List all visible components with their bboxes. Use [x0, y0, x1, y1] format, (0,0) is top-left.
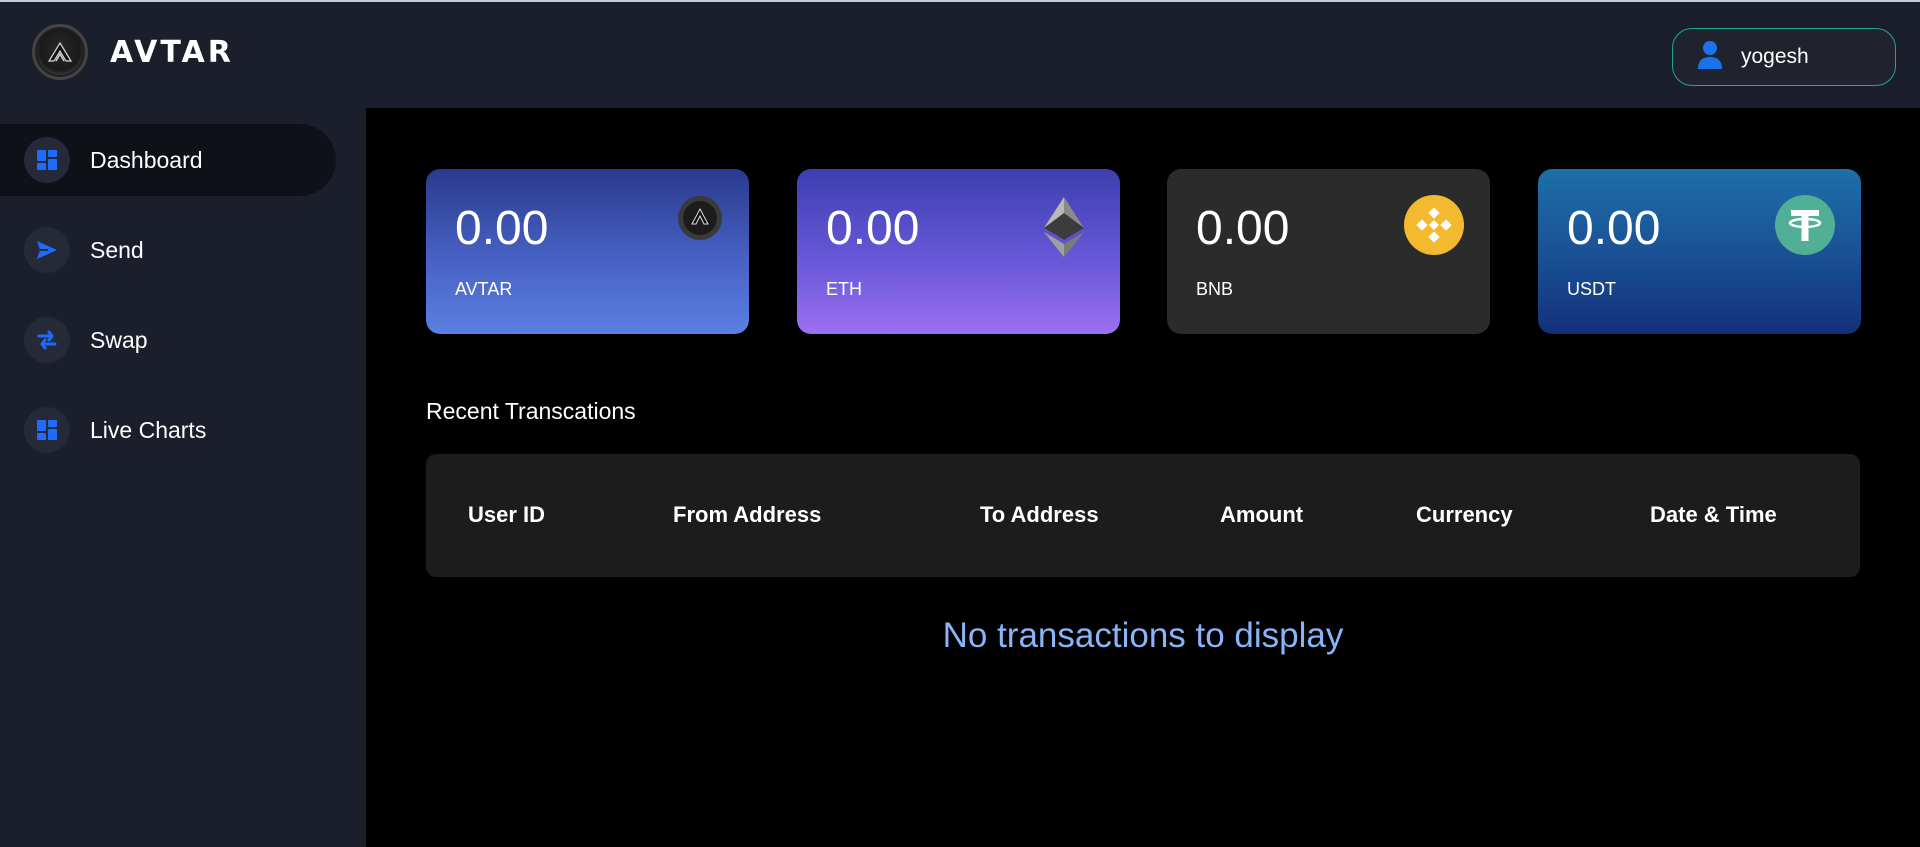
brand-name: AVTAR: [110, 34, 234, 70]
user-name: yogesh: [1741, 45, 1809, 68]
sidebar: Dashboard Send Swap Live Charts: [0, 108, 366, 847]
balance-card-eth[interactable]: 0.00 ETH: [797, 169, 1120, 334]
dashboard-icon: [24, 137, 70, 183]
sidebar-item-send[interactable]: Send: [0, 214, 336, 286]
avtar-coin-icon: [677, 195, 723, 246]
column-header-to-address[interactable]: To Address: [980, 502, 1099, 528]
column-header-date-time[interactable]: Date & Time: [1650, 502, 1777, 528]
sidebar-item-live-charts[interactable]: Live Charts: [0, 394, 336, 466]
sidebar-item-swap[interactable]: Swap: [0, 304, 336, 376]
sidebar-item-label: Live Charts: [90, 416, 207, 443]
dashboard-icon: [24, 407, 70, 453]
ethereum-icon: [1044, 197, 1084, 262]
balance-symbol: BNB: [1196, 279, 1234, 299]
balance-symbol: ETH: [826, 279, 862, 299]
recent-transactions-title: Recent Transcations: [426, 398, 636, 424]
balance-card-bnb[interactable]: 0.00 BNB: [1167, 169, 1490, 334]
empty-transactions-message: No transactions to display: [942, 616, 1344, 655]
balance-symbol: USDT: [1567, 279, 1616, 299]
column-header-from-address[interactable]: From Address: [673, 502, 821, 528]
sidebar-item-dashboard[interactable]: Dashboard: [0, 124, 336, 196]
balance-card-usdt[interactable]: 0.00 USDT: [1538, 169, 1861, 334]
top-bar: AVTAR yogesh: [0, 0, 1920, 108]
column-header-amount[interactable]: Amount: [1220, 502, 1303, 528]
sidebar-item-label: Dashboard: [90, 146, 203, 173]
brand-logo[interactable]: AVTAR: [32, 24, 234, 80]
main-content: 0.00 AVTAR 0.00 ETH 0.00 BNB 0.00 USDT R…: [366, 108, 1920, 847]
transactions-table-header: User ID From Address To Address Amount C…: [426, 454, 1860, 577]
column-header-currency[interactable]: Currency: [1416, 502, 1513, 528]
user-icon: [1697, 40, 1723, 75]
send-icon: [24, 227, 70, 273]
user-menu-button[interactable]: yogesh: [1672, 28, 1896, 86]
binance-icon: [1404, 195, 1464, 260]
tether-icon: [1775, 195, 1835, 260]
avtar-logo-icon: [32, 24, 88, 80]
sidebar-item-label: Swap: [90, 326, 148, 353]
swap-icon: [24, 317, 70, 363]
column-header-user-id[interactable]: User ID: [468, 502, 545, 528]
balance-symbol: AVTAR: [455, 279, 513, 299]
balance-card-avtar[interactable]: 0.00 AVTAR: [426, 169, 749, 334]
sidebar-item-label: Send: [90, 236, 144, 263]
